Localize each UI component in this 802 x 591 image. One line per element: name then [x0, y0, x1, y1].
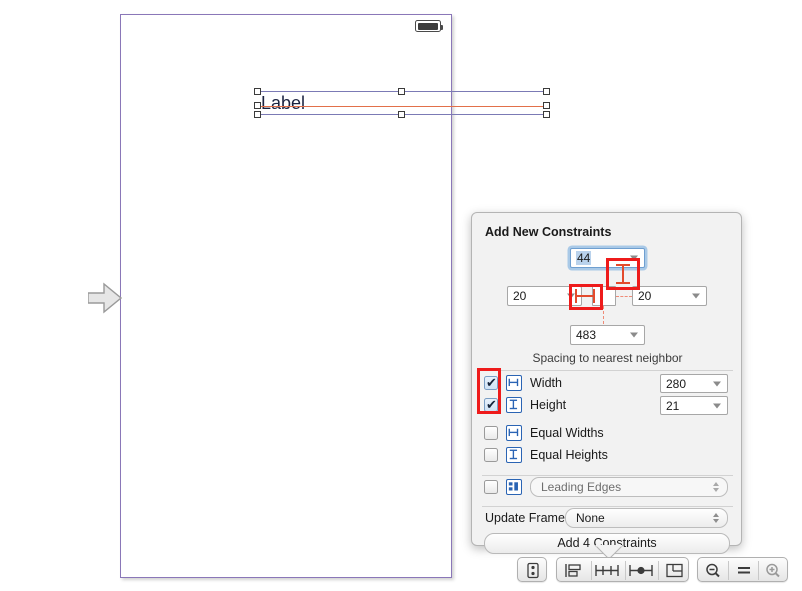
handle-top-left[interactable] [254, 88, 261, 95]
layout-tools-group[interactable] [556, 557, 689, 582]
zoom-actual-size-button[interactable] [729, 562, 759, 579]
bottom-spacing-combo[interactable]: 483 [570, 325, 645, 345]
row-equal-widths[interactable]: Equal Widths [484, 424, 724, 444]
highlight-top-strut [606, 258, 640, 290]
update-frames-popup[interactable]: None [565, 508, 728, 528]
update-frames-label: Update Frames [485, 511, 572, 525]
align-checkbox[interactable] [484, 480, 498, 494]
label-object[interactable]: Label [254, 88, 550, 118]
width-constraint-icon [506, 375, 522, 391]
trailing-dash-connector [616, 296, 632, 297]
handle-middle-left[interactable] [254, 102, 261, 109]
equal-heights-icon [506, 447, 522, 463]
chevron-down-icon [692, 293, 700, 299]
baseline-indicator [257, 106, 547, 107]
popover-title: Add New Constraints [485, 225, 612, 239]
divider [482, 475, 733, 476]
zoom-in-button[interactable] [758, 562, 788, 579]
spacing-note: Spacing to nearest neighbor [532, 351, 683, 365]
label-text: Label [261, 93, 306, 113]
align-option-popup[interactable]: Leading Edges [530, 477, 728, 497]
trailing-spacing-value: 20 [638, 289, 652, 303]
trailing-spacing-combo[interactable]: 20 [632, 286, 707, 306]
chevron-down-icon [630, 332, 638, 338]
zoom-group[interactable] [697, 557, 788, 582]
add-new-constraints-popover[interactable]: Add New Constraints 44 20 20 483 Spacing… [471, 212, 742, 554]
screen-root: Label Add New Constraints 44 20 20 483 S… [0, 0, 802, 591]
height-constraint-icon [506, 397, 522, 413]
highlight-leading-strut [569, 284, 603, 310]
handle-bottom-left[interactable] [254, 111, 261, 118]
highlight-width-height-checkboxes [477, 368, 501, 414]
pin-button[interactable] [592, 562, 622, 579]
row-align[interactable] [484, 478, 528, 498]
divider [482, 370, 733, 371]
handle-middle-right[interactable] [543, 102, 550, 109]
entry-point-arrow-icon [88, 282, 122, 314]
align-selected-option: Leading Edges [541, 480, 622, 494]
document-outline-icon[interactable] [518, 562, 548, 579]
align-icon [506, 479, 522, 495]
width-value: 280 [666, 376, 687, 391]
battery-icon [415, 20, 443, 32]
chevron-down-icon [713, 381, 721, 386]
bottom-dash-connector [603, 306, 604, 324]
resolve-issues-button[interactable] [626, 562, 656, 579]
align-button[interactable] [558, 562, 588, 579]
stepper-arrows-icon [713, 482, 719, 492]
view-controller-scene[interactable]: Label [120, 14, 550, 578]
leading-spacing-value: 20 [513, 289, 527, 303]
resizing-behavior-button[interactable] [659, 562, 689, 579]
equal-widths-label: Equal Widths [530, 426, 604, 440]
height-value: 21 [666, 398, 680, 413]
divider [482, 506, 733, 507]
top-spacing-value: 44 [576, 251, 592, 265]
row-equal-heights[interactable]: Equal Heights [484, 446, 724, 466]
width-label: Width [530, 376, 562, 390]
bottom-spacing-value: 483 [576, 328, 597, 342]
handle-top-center[interactable] [398, 88, 405, 95]
stepper-arrows-icon [713, 513, 719, 523]
equal-widths-icon [506, 425, 522, 441]
chevron-down-icon [713, 403, 721, 408]
equal-heights-label: Equal Heights [530, 448, 608, 462]
zoom-out-button[interactable] [698, 562, 728, 579]
height-label: Height [530, 398, 567, 412]
height-value-combo[interactable]: 21 [660, 396, 728, 415]
handle-top-right[interactable] [543, 88, 550, 95]
equal-heights-checkbox[interactable] [484, 448, 498, 462]
width-value-combo[interactable]: 280 [660, 374, 728, 393]
equal-widths-checkbox[interactable] [484, 426, 498, 440]
handle-bottom-center[interactable] [398, 111, 405, 118]
document-outline-group[interactable] [517, 557, 547, 582]
handle-bottom-right[interactable] [543, 111, 550, 118]
update-frames-selected-option: None [576, 511, 605, 525]
